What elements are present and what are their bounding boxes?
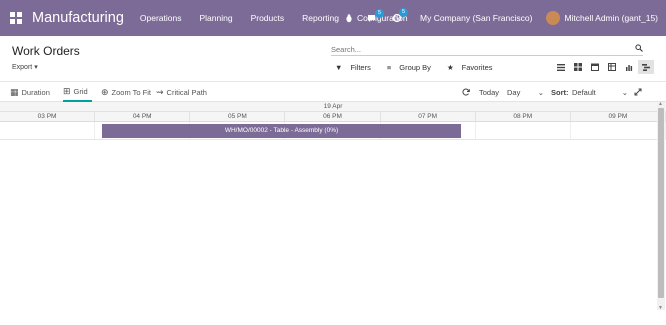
today-button[interactable]: Today (479, 82, 499, 102)
favorites-button[interactable]: ★ Favorites (447, 63, 501, 72)
filter-icon: ▼ (335, 63, 343, 72)
graph-view-icon[interactable] (621, 60, 637, 74)
scrollbar-thumb[interactable] (658, 108, 664, 298)
activities-icon[interactable]: 5 (392, 8, 409, 23)
hour-label: 06 PM (285, 112, 381, 121)
hour-label: 08 PM (476, 112, 571, 121)
control-panel: Work Orders Export ▾ ▼ Filters ≡ Group By … (0, 36, 666, 82)
pivot-view-icon[interactable] (604, 60, 620, 74)
table-icon: ▦ (10, 86, 19, 97)
tab-duration[interactable]: ▦ Duration (10, 82, 50, 102)
tab-critical-path[interactable]: ⇝ Critical Path (156, 82, 207, 102)
user-avatar[interactable] (546, 11, 561, 25)
page-title: Work Orders (12, 44, 80, 58)
kanban-view-icon[interactable] (570, 60, 586, 74)
messages-count-badge: 5 (374, 8, 385, 18)
tab-grid[interactable]: ⊞ Grid (63, 82, 92, 102)
menu-planning[interactable]: Planning (199, 13, 232, 23)
gantt-hours-header: 03 PM 04 PM 05 PM 06 PM 07 PM 08 PM 09 P… (0, 112, 666, 122)
chevron-down-icon: ⌄ (537, 87, 544, 97)
group-by-label: Group By (399, 63, 431, 72)
bug-icon[interactable] (345, 13, 353, 23)
hour-label: 03 PM (0, 112, 96, 121)
gantt-task-bar[interactable]: WH/MO/00002 - Table - Assembly (0%) (102, 124, 461, 138)
chevron-down-icon: ⌄ (621, 87, 628, 97)
export-button[interactable]: Export ▾ (12, 63, 38, 71)
filters-label: Filters (350, 63, 371, 72)
gantt-toolbar: ▦ Duration ⊞ Grid ⊕ Zoom To Fit ⇝ Critical P… (0, 82, 666, 102)
expand-icon[interactable] (634, 82, 642, 102)
scroll-down-icon[interactable]: ▼ (658, 305, 663, 311)
sort-value: Default (572, 87, 596, 97)
filters-button[interactable]: ▼ Filters (335, 63, 379, 72)
calendar-view-icon[interactable] (587, 60, 603, 74)
zoom-icon: ⊕ (101, 86, 109, 97)
gantt-chart: 19 Apr 03 PM 04 PM 05 PM 06 PM 07 PM 08 … (0, 102, 666, 304)
path-icon: ⇝ (156, 86, 164, 97)
export-label: Export (12, 64, 33, 71)
company-switcher[interactable]: My Company (San Francisco) (420, 13, 532, 23)
activities-count-badge: 5 (398, 8, 409, 17)
search-options: ▼ Filters ≡ Group By ★ Favorites (335, 63, 509, 72)
sort-select[interactable]: Default ⌄ (572, 82, 628, 102)
tab-grid-label: Grid (73, 86, 88, 96)
star-icon: ★ (446, 63, 454, 72)
tab-zoom-to-fit[interactable]: ⊕ Zoom To Fit (101, 82, 151, 102)
gantt-row: WH/MO/00002 - Table - Assembly (0%) (0, 122, 666, 140)
hour-label: 07 PM (381, 112, 476, 121)
gantt-date-header: 19 Apr (0, 102, 666, 112)
top-navbar: Manufacturing Operations Planning Produc… (0, 0, 666, 36)
gantt-view-icon[interactable] (638, 60, 654, 74)
group-by-icon: ≡ (386, 63, 392, 72)
favorites-label: Favorites (461, 63, 493, 72)
menu-operations[interactable]: Operations (140, 13, 182, 23)
tab-zoom-label: Zoom To Fit (111, 87, 152, 97)
tab-critical-path-label: Critical Path (166, 87, 207, 97)
tab-duration-label: Duration (21, 87, 50, 97)
scroll-up-icon[interactable]: ▲ (658, 101, 663, 107)
caret-down-icon: ▾ (34, 64, 38, 71)
list-view-icon[interactable] (553, 60, 569, 74)
search-icon[interactable] (635, 44, 643, 54)
hour-label: 04 PM (95, 112, 191, 121)
hour-label: 09 PM (571, 112, 666, 121)
hour-label: 05 PM (190, 112, 286, 121)
menu-reporting[interactable]: Reporting (302, 13, 339, 23)
user-menu[interactable]: Mitchell Admin (gant_15) (564, 13, 658, 23)
vertical-scrollbar[interactable]: ▲ ▼ (657, 101, 665, 311)
scale-value: Day (507, 87, 521, 97)
view-switcher (552, 60, 654, 74)
apps-menu-icon[interactable] (10, 12, 22, 24)
menu-products[interactable]: Products (251, 13, 285, 23)
search-input[interactable] (331, 44, 635, 54)
grid-icon: ⊞ (63, 85, 71, 96)
sort-label: Sort: (551, 87, 569, 97)
refresh-icon[interactable] (462, 82, 470, 102)
messages-icon[interactable]: 5 (367, 8, 385, 23)
search-bar (331, 43, 643, 56)
scale-select[interactable]: Day ⌄ (507, 82, 544, 102)
app-name[interactable]: Manufacturing (32, 10, 124, 26)
group-by-button[interactable]: ≡ Group By (387, 63, 439, 72)
